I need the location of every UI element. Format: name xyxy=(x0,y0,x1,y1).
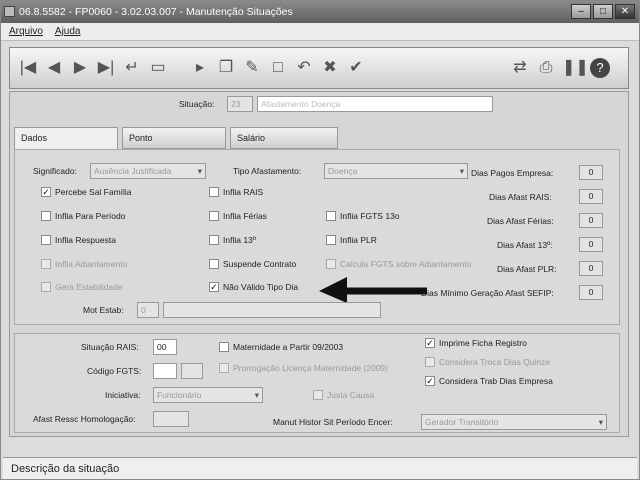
checked-icon: ✓ xyxy=(209,282,219,292)
main-window: 06.8.5582 - FP0060 - 3.02.03.007 - Manut… xyxy=(0,0,640,480)
dias-afast-ferias-field[interactable]: 0 xyxy=(579,213,603,228)
insert-icon[interactable]: ▸ xyxy=(190,58,210,78)
dias-afast-rais-label: Dias Afast RAIS: xyxy=(489,192,552,202)
significado-select[interactable]: Ausência Justificada xyxy=(90,163,206,179)
maximize-button[interactable]: □ xyxy=(593,4,613,19)
dias-afast-plr-label: Dias Afast PLR: xyxy=(497,264,557,274)
checked-icon: ✓ xyxy=(41,187,51,197)
codigo-fgts-field[interactable] xyxy=(153,363,177,379)
title-bar[interactable]: 06.8.5582 - FP0060 - 3.02.03.007 - Manut… xyxy=(1,1,639,23)
toolbar: |◀ ◀ ▶ ▶| ↵ ▭ ▸ ❐ ✎ □ ↶ ✖ ✔ ⇄ ⎙ ❚❚ ? xyxy=(9,47,629,89)
tab-ponto[interactable]: Ponto xyxy=(122,127,226,149)
checkbox-suspende-contrato[interactable]: Suspende Contrato xyxy=(209,259,296,269)
situacao-description-field[interactable]: Afastamento Doença xyxy=(257,96,493,112)
close-button[interactable]: ✕ xyxy=(615,4,635,19)
checkbox-calcula-fgts[interactable]: Calcula FGTS sobre Adiantamento xyxy=(326,259,471,269)
situacao-rais-label: Situação RAIS: xyxy=(81,342,139,352)
situacao-rais-field[interactable]: 00 xyxy=(153,339,177,355)
checkbox-gera-estabilidade[interactable]: Gera Estabilidade xyxy=(41,282,123,292)
mot-estab-code-field[interactable]: 0 xyxy=(137,302,159,318)
dias-afast-13-field[interactable]: 0 xyxy=(579,237,603,252)
image-icon[interactable]: ▭ xyxy=(148,58,168,78)
help-icon[interactable]: ? xyxy=(590,58,610,78)
first-record-icon[interactable]: |◀ xyxy=(18,58,38,78)
network-icon[interactable]: ⇄ xyxy=(510,58,530,78)
mot-estab-label: Mot Estab: xyxy=(83,305,124,315)
checkbox-inflia-rais[interactable]: Inflia RAIS xyxy=(209,187,263,197)
checked-icon: ✓ xyxy=(425,376,435,386)
tipo-afastamento-label: Tipo Afastamento: xyxy=(233,166,302,176)
dias-pagos-label: Dias Pagos Empresa: xyxy=(471,168,554,178)
app-icon xyxy=(4,6,15,17)
checkbox-inflia-ferias[interactable]: Inflia Férias xyxy=(209,211,267,221)
dias-afast-ferias-label: Dias Afast Férias: xyxy=(487,216,554,226)
status-bar: Descrição da situação xyxy=(3,457,637,479)
codigo-fgts-label: Código FGTS: xyxy=(87,366,142,376)
previous-record-icon[interactable]: ◀ xyxy=(44,58,64,78)
confirm-icon[interactable]: ✔ xyxy=(346,58,366,78)
checkbox-inflia-fgts[interactable]: Inflia FGTS 13o xyxy=(326,211,400,221)
dias-afast-plr-field[interactable]: 0 xyxy=(579,261,603,276)
checkbox-justa-causa[interactable]: Justa Causa xyxy=(313,390,374,400)
codigo-fgts-desc-field[interactable] xyxy=(181,363,203,379)
checkbox-maternidade[interactable]: Maternidade a Partir 09/2003 xyxy=(219,342,343,352)
minimize-button[interactable]: – xyxy=(571,4,591,19)
menu-help[interactable]: Ajuda xyxy=(55,23,81,40)
dias-afast-rais-field[interactable]: 0 xyxy=(579,189,603,204)
checkbox-considera-troca[interactable]: Considera Troca Dias Quinze xyxy=(425,357,550,367)
mot-estab-description-field[interactable] xyxy=(163,302,381,318)
window-title: 06.8.5582 - FP0060 - 3.02.03.007 - Manut… xyxy=(19,6,293,18)
tab-dados[interactable]: Dados xyxy=(14,127,118,151)
manut-histor-label: Manut Histor Sit Período Encer: xyxy=(273,417,393,427)
iniciativa-label: Iniciativa: xyxy=(105,390,141,400)
checkbox-inflia-para-periodo[interactable]: Inflia Para Período xyxy=(41,211,125,221)
tipo-afastamento-select[interactable]: Doença xyxy=(324,163,468,179)
dias-pagos-field[interactable]: 0 xyxy=(579,165,603,180)
dias-minimo-field[interactable]: 0 xyxy=(579,285,603,300)
enter-icon[interactable]: ↵ xyxy=(122,58,142,78)
delete-icon[interactable]: ✖ xyxy=(320,58,340,78)
checkbox-inflia-adiantamento[interactable]: Inflia Adiantamento xyxy=(41,259,127,269)
next-record-icon[interactable]: ▶ xyxy=(70,58,90,78)
checkbox-considera-trab[interactable]: ✓ Considera Trab Dias Empresa xyxy=(425,376,553,386)
tab-salario[interactable]: Salário xyxy=(230,127,338,149)
menu-bar: Arquivo Ajuda xyxy=(1,23,639,41)
afast-ressc-label: Afast Ressc Homologação: xyxy=(33,414,136,424)
checkbox-inflia-13[interactable]: Inflia 13º xyxy=(209,235,256,245)
edit-icon[interactable]: ✎ xyxy=(242,58,262,78)
iniciativa-select[interactable]: Funcionário xyxy=(153,387,263,403)
checkbox-inflia-respuesta[interactable]: Inflia Respuesta xyxy=(41,235,116,245)
copy-icon[interactable]: ❐ xyxy=(216,58,236,78)
checkbox-inflia-plr[interactable]: Inflia PLR xyxy=(326,235,377,245)
situacao-code-field[interactable]: 23 xyxy=(227,96,253,112)
dias-afast-13-label: Dias Afast 13º: xyxy=(497,240,553,250)
undo-icon[interactable]: ↶ xyxy=(294,58,314,78)
checkbox-percebe-sal-familia[interactable]: ✓ Percebe Sal Família xyxy=(41,187,132,197)
book-icon[interactable]: ❚❚ xyxy=(562,58,589,78)
print-icon[interactable]: ⎙ xyxy=(536,58,556,78)
checkbox-imprime-ficha[interactable]: ✓ Imprime Ficha Registro xyxy=(425,338,527,348)
checkbox-prorrogacao[interactable]: Prorrogação Licença Maternidade (2009) xyxy=(219,363,388,373)
checkbox-nao-valido-tipo-dia[interactable]: ✓ Não Válido Tipo Dia xyxy=(209,282,298,292)
annotation-arrow-icon xyxy=(319,277,427,303)
significado-label: Significado: xyxy=(33,166,77,176)
dias-minimo-label: Dias Mínimo Geração Afast SEFIP: xyxy=(421,288,554,298)
manut-histor-select[interactable]: Gerador Transitório xyxy=(421,414,607,430)
new-document-icon[interactable]: □ xyxy=(268,58,288,78)
menu-file[interactable]: Arquivo xyxy=(9,23,43,40)
afast-ressc-field[interactable] xyxy=(153,411,189,427)
checked-icon: ✓ xyxy=(425,338,435,348)
situacao-label: Situação: xyxy=(179,99,215,109)
last-record-icon[interactable]: ▶| xyxy=(96,58,116,78)
